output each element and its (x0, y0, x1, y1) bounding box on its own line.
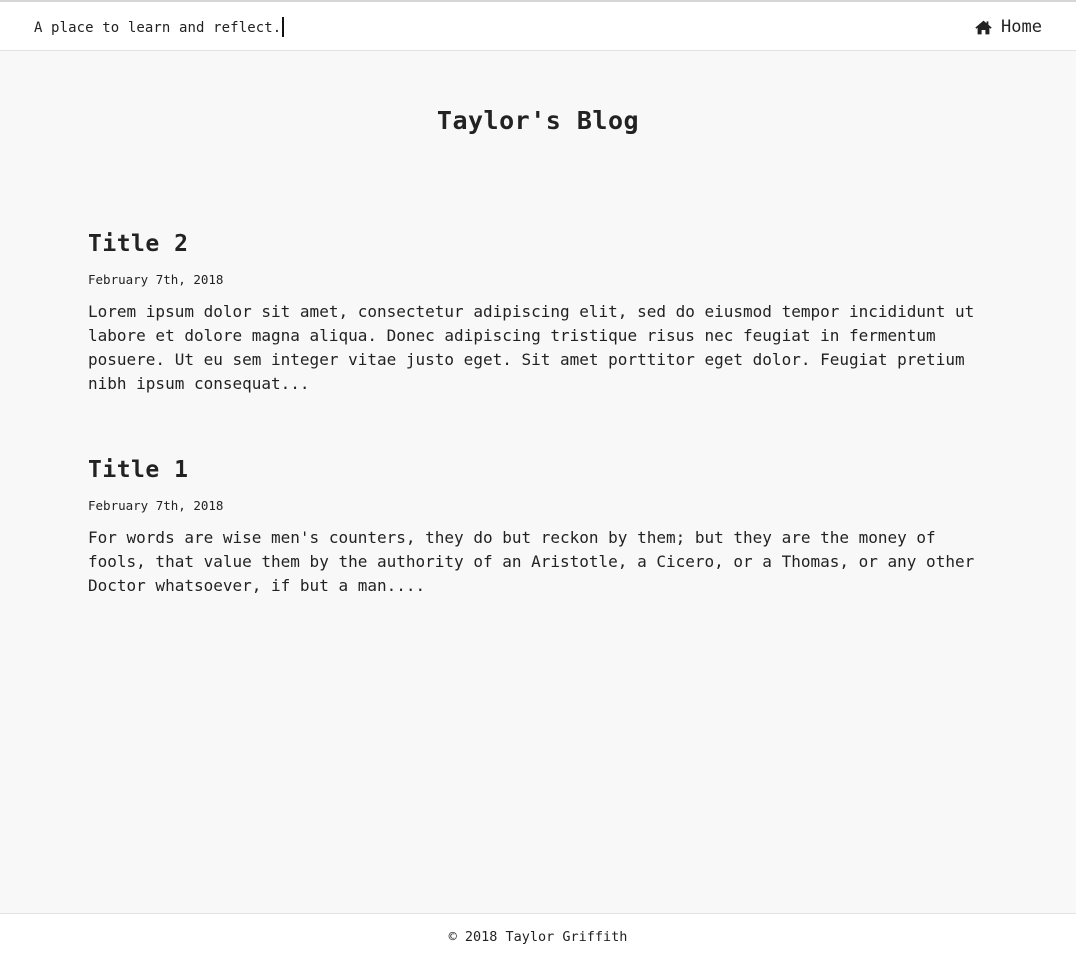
home-icon (975, 20, 992, 35)
top-nav-bar: A place to learn and reflect. Home (0, 0, 1076, 51)
post-date: February 7th, 2018 (88, 498, 224, 513)
tagline-text: A place to learn and reflect. (34, 20, 282, 36)
post-item: Title 2 February 7th, 2018 Lorem ipsum d… (88, 228, 988, 396)
post-list: Title 2 February 7th, 2018 Lorem ipsum d… (88, 228, 988, 656)
site-tagline: A place to learn and reflect. (34, 17, 285, 37)
post-title-link[interactable]: Title 1 (88, 454, 988, 486)
blog-page: A place to learn and reflect. Home Taylo… (0, 0, 1076, 959)
post-item: Title 1 February 7th, 2018 For words are… (88, 454, 988, 598)
post-excerpt: For words are wise men's counters, they … (88, 528, 975, 595)
page-title: Taylor's Blog (436, 106, 640, 135)
post-date: February 7th, 2018 (88, 272, 224, 287)
text-cursor (282, 17, 285, 37)
home-link-label: Home (1001, 17, 1042, 37)
home-link[interactable]: Home (975, 17, 1042, 37)
post-title-link[interactable]: Title 2 (88, 228, 988, 260)
footer-copyright: © 2018 Taylor Griffith (448, 929, 628, 945)
post-excerpt: Lorem ipsum dolor sit amet, consectetur … (88, 302, 975, 393)
page-footer: © 2018 Taylor Griffith (0, 913, 1076, 959)
